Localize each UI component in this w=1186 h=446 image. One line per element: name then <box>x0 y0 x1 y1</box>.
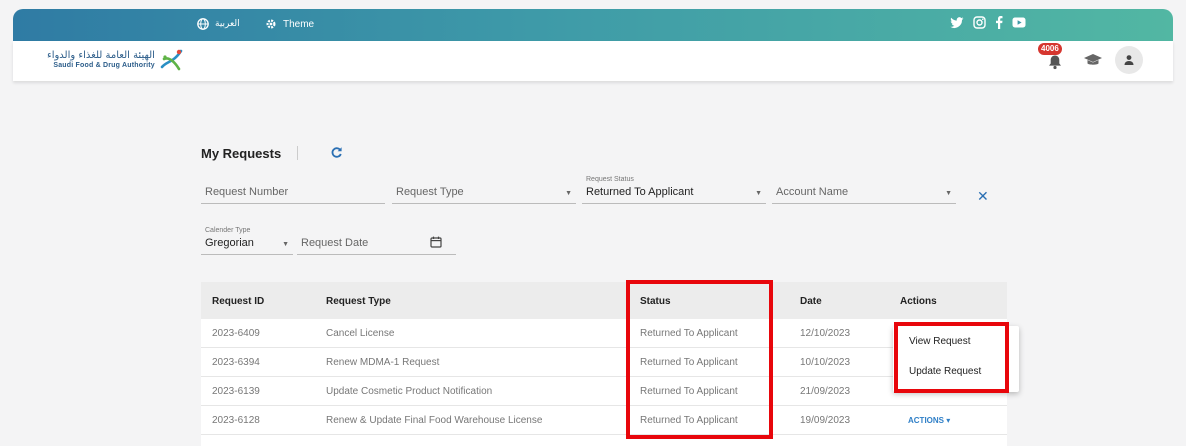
clear-filters-icon[interactable]: ✕ <box>977 188 989 205</box>
request-date-placeholder: Request Date <box>301 237 369 249</box>
cell-date: 12/10/2023 <box>800 328 851 339</box>
chevron-down-icon: ▼ <box>945 190 952 197</box>
column-header-date: Date <box>800 296 822 307</box>
request-date-input[interactable]: Request Date <box>297 227 456 255</box>
cell-request-type: Renew & Update Final Food Warehouse Lice… <box>326 415 543 426</box>
header-actions: 4006 <box>1038 43 1143 74</box>
cell-request-id: 2023-6128 <box>212 415 260 426</box>
sfda-emblem-icon <box>160 49 183 71</box>
youtube-icon[interactable] <box>1012 17 1026 28</box>
language-label: العربية <box>215 19 240 29</box>
sfda-logo[interactable]: الهيئة العامة للغذاء والدواء Saudi Food … <box>47 47 185 73</box>
request-type-select[interactable]: Request Type ▼ <box>392 176 576 204</box>
notification-count-badge: 4006 <box>1038 43 1062 55</box>
actions-menu-highlight <box>894 322 1009 393</box>
refresh-icon <box>331 147 342 158</box>
social-links <box>950 16 1026 29</box>
calendar-type-value: Gregorian <box>205 237 254 249</box>
bell-icon <box>1049 55 1061 70</box>
request-number-input[interactable]: Request Number <box>201 176 385 204</box>
title-divider <box>297 146 298 160</box>
twitter-icon[interactable] <box>950 16 964 29</box>
page-title: My Requests <box>201 146 282 161</box>
theme-label: Theme <box>283 18 315 30</box>
user-avatar[interactable] <box>1115 46 1143 74</box>
calendar-type-select[interactable]: Calender Type Gregorian ▼ <box>201 227 293 255</box>
theme-button[interactable]: Theme <box>265 18 314 30</box>
cell-request-id: 2023-6409 <box>212 328 260 339</box>
gear-icon <box>266 19 276 29</box>
cell-date: 21/09/2023 <box>800 386 851 397</box>
status-column-highlight <box>626 280 773 439</box>
calendar-icon[interactable] <box>430 236 442 248</box>
site-header: الهيئة العامة للغذاء والدواء Saudi Food … <box>13 41 1173 81</box>
user-icon <box>1124 55 1134 65</box>
table-header: Request ID Request Type Status Date Acti… <box>201 282 1007 319</box>
table-row[interactable]: 2023-6409 Cancel License Returned To App… <box>201 319 1007 348</box>
actions-label: ACTIONS <box>908 416 944 425</box>
table-row[interactable]: 2023-6139 Update Cosmetic Product Notifi… <box>201 377 1007 406</box>
cell-request-id: 2023-6139 <box>212 386 260 397</box>
cell-request-type: Update Cosmetic Product Notification <box>326 386 493 397</box>
request-type-placeholder: Request Type <box>396 186 464 198</box>
actions-dropdown-button[interactable]: ACTIONS ▾ <box>908 416 950 425</box>
logo-english-text: Saudi Food & Drug Authority <box>53 61 155 69</box>
cell-date: 19/09/2023 <box>800 415 851 426</box>
facebook-icon[interactable] <box>995 16 1003 29</box>
refresh-button[interactable] <box>330 146 343 164</box>
chevron-down-icon: ▼ <box>565 190 572 197</box>
calendar-type-label: Calender Type <box>205 227 251 234</box>
column-header-request-type: Request Type <box>326 296 391 307</box>
globe-icon <box>197 18 209 30</box>
table-row[interactable]: 2023-6394 Renew MDMA-1 Request Returned … <box>201 348 1007 377</box>
account-name-placeholder: Account Name <box>776 186 849 198</box>
language-switcher[interactable]: العربية <box>197 18 240 30</box>
graduation-cap-icon[interactable] <box>1083 53 1103 67</box>
logo-arabic-text: الهيئة العامة للغذاء والدواء <box>47 50 155 62</box>
account-name-select[interactable]: Account Name ▼ <box>772 176 956 204</box>
cell-date: 10/10/2023 <box>800 357 851 368</box>
request-status-value: Returned To Applicant <box>586 186 694 198</box>
request-number-placeholder: Request Number <box>205 186 289 198</box>
top-bar: العربية Theme <box>13 9 1173 41</box>
instagram-icon[interactable] <box>973 16 986 29</box>
request-status-select[interactable]: Request Status Returned To Applicant ▼ <box>582 176 766 204</box>
cell-request-type: Cancel License <box>326 328 395 339</box>
notifications-button[interactable]: 4006 <box>1038 43 1071 74</box>
column-header-request-id: Request ID <box>212 296 265 307</box>
chevron-down-icon: ▼ <box>282 241 289 248</box>
cell-request-id: 2023-6394 <box>212 357 260 368</box>
request-status-label: Request Status <box>586 176 634 183</box>
requests-table: Request ID Request Type Status Date Acti… <box>201 282 1007 446</box>
cell-request-type: Renew MDMA-1 Request <box>326 357 440 368</box>
column-header-actions: Actions <box>900 296 937 307</box>
table-row[interactable]: 2023-6128 Renew & Update Final Food Ware… <box>201 406 1007 435</box>
chevron-down-icon: ▼ <box>755 190 762 197</box>
